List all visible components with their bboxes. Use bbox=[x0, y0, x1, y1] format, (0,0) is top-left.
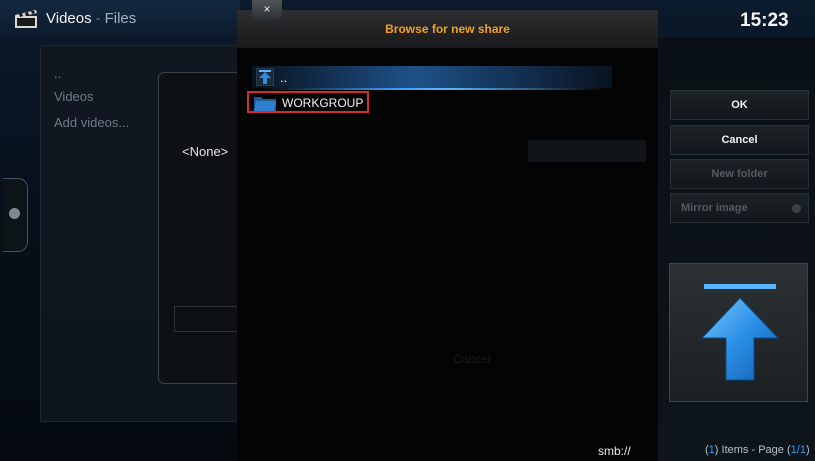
page-title: Videos - Files bbox=[46, 10, 136, 27]
cancel-button[interactable]: Cancel bbox=[670, 125, 809, 155]
up-arrow-icon bbox=[700, 284, 780, 381]
clapperboard-icon bbox=[15, 10, 37, 28]
title-text: Videos bbox=[46, 10, 92, 27]
background-list-item-add-videos: Add videos... bbox=[54, 115, 130, 130]
background-add-source-dialog bbox=[158, 72, 249, 384]
mirror-image-toggle[interactable]: Mirror image bbox=[670, 193, 809, 223]
items-label: Items - Page bbox=[721, 444, 784, 456]
title-separator: - bbox=[95, 10, 101, 27]
list-item-label: .. bbox=[280, 70, 288, 85]
list-item-workgroup[interactable] bbox=[247, 91, 369, 113]
background-browse-button bbox=[528, 140, 646, 162]
subtitle-text: Files bbox=[104, 10, 137, 27]
clock: 15:23 bbox=[740, 10, 789, 31]
list-item-parent-row[interactable] bbox=[252, 66, 612, 88]
background-list-item-parent: .. bbox=[54, 66, 62, 81]
background-cancel-label: Cancel bbox=[453, 352, 491, 366]
background-list-item-videos: Videos bbox=[54, 89, 94, 104]
parent-folder-arrow-icon bbox=[256, 68, 274, 86]
items-count: 1 bbox=[708, 444, 715, 456]
new-folder-button[interactable]: New folder bbox=[670, 159, 809, 189]
page-info: (1) Items - Page (1/1) bbox=[705, 444, 810, 456]
side-menu-dot-icon bbox=[9, 208, 20, 219]
mirror-image-radio-icon bbox=[792, 204, 801, 213]
mirror-image-label: Mirror image bbox=[681, 202, 748, 214]
ok-button[interactable]: OK bbox=[670, 90, 809, 120]
close-button[interactable]: × bbox=[252, 0, 282, 20]
selection-highlight-line bbox=[260, 88, 605, 90]
background-name-field bbox=[174, 306, 245, 332]
source-value-label: <None> bbox=[182, 144, 229, 159]
current-path: smb:// bbox=[598, 444, 631, 458]
page-total: 1 bbox=[799, 444, 806, 456]
dialog-title: Browse for new share bbox=[385, 22, 510, 36]
